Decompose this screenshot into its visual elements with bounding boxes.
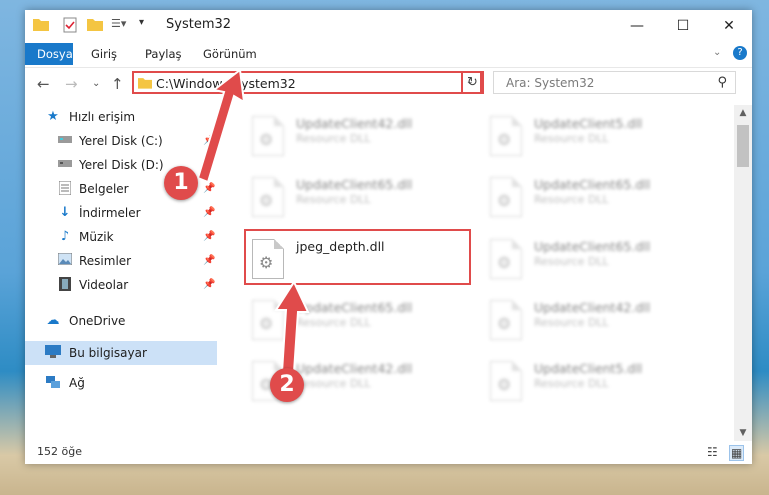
documents-icon	[57, 180, 73, 197]
file-item[interactable]: ⚙ UpdateClient65.dll Resource DLL	[246, 171, 476, 231]
ribbon-expand-icon[interactable]: ⌄	[713, 47, 721, 58]
video-icon	[57, 277, 73, 293]
dll-file-icon: ⚙	[252, 177, 284, 217]
file-item[interactable]: ⚙ UpdateClient65.dll Resource DLL	[246, 294, 476, 354]
computer-icon	[45, 345, 61, 361]
dll-file-icon: ⚙	[490, 300, 522, 340]
drive-icon	[57, 133, 73, 149]
file-item[interactable]: ⚙ UpdateClient42.dll Resource DLL	[246, 110, 476, 170]
pin-icon[interactable]: 📌	[203, 201, 215, 225]
large-icons-view-icon[interactable]: ▦	[729, 445, 745, 461]
star-icon: ★	[47, 109, 59, 124]
sidebar-item-downloads[interactable]: ↓ İndirmeler 📌	[25, 201, 217, 225]
item-count: 152 öğe	[37, 445, 82, 458]
cloud-icon: ☁	[46, 313, 60, 328]
dll-file-icon: ⚙	[490, 177, 522, 217]
help-icon[interactable]: ?	[733, 46, 747, 60]
callout-2: 2	[270, 368, 304, 402]
pin-icon[interactable]: 📌	[203, 129, 215, 153]
tab-file[interactable]: Dosya	[25, 43, 73, 65]
recent-locations-icon[interactable]: ⌄	[92, 78, 100, 89]
sidebar-item-onedrive[interactable]: ☁ OneDrive	[25, 309, 217, 333]
file-item[interactable]: ⚙ UpdateClient42.dll Resource DLL	[484, 294, 714, 354]
file-item[interactable]: ⚙ UpdateClient65.dll Resource DLL	[484, 233, 714, 293]
pictures-icon	[57, 252, 73, 269]
up-arrow-icon[interactable]: ↑	[111, 75, 124, 93]
properties-icon[interactable]	[63, 17, 77, 36]
customize-toolbar-icon[interactable]: ☰▾	[111, 17, 126, 30]
scroll-up-icon[interactable]: ▲	[734, 105, 752, 121]
tab-home[interactable]: Giriş	[81, 43, 127, 65]
folder-icon	[138, 76, 152, 92]
scroll-down-icon[interactable]: ▼	[734, 425, 752, 441]
close-button[interactable]: ✕	[706, 10, 752, 41]
gear-icon: ⚙	[259, 191, 274, 210]
pin-icon[interactable]: 📌	[203, 249, 215, 273]
pin-icon[interactable]: 📌	[203, 177, 215, 201]
dll-file-icon: ⚙	[252, 116, 284, 156]
gear-icon: ⚙	[497, 253, 512, 272]
sidebar-item-videos[interactable]: Videolar 📌	[25, 273, 217, 297]
search-input[interactable]: Ara: System32 ⚲	[493, 71, 736, 94]
file-highlight-box	[244, 229, 471, 285]
network-icon	[45, 375, 61, 391]
maximize-button[interactable]: ☐	[660, 10, 706, 41]
ribbon-tabs: Dosya Giriş Paylaş Görünüm ⌄ ?	[25, 43, 752, 65]
back-arrow-icon[interactable]: ←	[37, 75, 50, 93]
gear-icon: ⚙	[497, 130, 512, 149]
address-bar[interactable]: C:\Windows\System32 ⌄	[132, 71, 482, 94]
status-bar: 152 öğe ☷ ▦	[25, 441, 752, 464]
dll-file-icon: ⚙	[252, 300, 284, 340]
vertical-scrollbar[interactable]: ▲ ▼	[734, 105, 752, 441]
sidebar-item-this-pc[interactable]: Bu bilgisayar	[25, 341, 217, 365]
folder-icon	[33, 17, 49, 34]
tab-view[interactable]: Görünüm	[193, 43, 267, 65]
refresh-button[interactable]: ↻	[461, 71, 484, 94]
gear-icon: ⚙	[259, 314, 274, 333]
search-placeholder: Ara: System32	[506, 76, 595, 90]
download-icon: ↓	[59, 205, 71, 220]
pin-icon[interactable]: 📌	[203, 153, 215, 177]
drive-icon	[57, 157, 73, 173]
window-title: System32	[166, 17, 232, 32]
sidebar-item-quick-access[interactable]: ★ Hızlı erişim	[25, 105, 217, 129]
quick-access-dropdown-icon[interactable]: ▾	[139, 17, 144, 28]
navigation-bar: ← → ⌄ ↑ C:\Windows\System32 ⌄ ↻ Ara: Sys…	[25, 67, 752, 100]
file-item[interactable]: ⚙ UpdateClient65.dll Resource DLL	[484, 171, 714, 231]
sidebar-item-pictures[interactable]: Resimler 📌	[25, 249, 217, 273]
forward-arrow-icon[interactable]: →	[65, 75, 78, 93]
pin-icon[interactable]: 📌	[203, 225, 215, 249]
gear-icon: ⚙	[259, 130, 274, 149]
sidebar-item-network[interactable]: Ağ	[25, 371, 217, 395]
search-icon: ⚲	[717, 75, 727, 90]
navigation-pane: ★ Hızlı erişim Yerel Disk (C:) 📌 Yerel D…	[25, 105, 217, 441]
address-path: C:\Windows\System32	[156, 76, 296, 91]
new-folder-icon[interactable]	[87, 17, 103, 34]
gear-icon: ⚙	[497, 375, 512, 394]
gear-icon: ⚙	[497, 191, 512, 210]
callout-1: 1	[164, 166, 198, 200]
sidebar-item-music[interactable]: ♪ Müzik 📌	[25, 225, 217, 249]
music-icon: ♪	[60, 229, 70, 244]
dll-file-icon: ⚙	[490, 116, 522, 156]
dll-file-icon: ⚙	[490, 361, 522, 401]
dll-file-icon: ⚙	[490, 239, 522, 279]
file-item[interactable]: ⚙ UpdateClient5.dll Resource DLL	[484, 110, 714, 170]
gear-icon: ⚙	[497, 314, 512, 333]
sidebar-item-local-disk-c[interactable]: Yerel Disk (C:) 📌	[25, 129, 217, 153]
file-item[interactable]: ⚙ UpdateClient5.dll Resource DLL	[484, 355, 714, 415]
scrollbar-thumb[interactable]	[737, 125, 749, 167]
tab-share[interactable]: Paylaş	[135, 43, 192, 65]
pin-icon[interactable]: 📌	[203, 273, 215, 297]
minimize-button[interactable]: —	[614, 10, 660, 41]
details-view-icon[interactable]: ☷	[707, 445, 718, 459]
title-bar: ☰▾ ▾ System32 — ☐ ✕	[25, 10, 752, 41]
